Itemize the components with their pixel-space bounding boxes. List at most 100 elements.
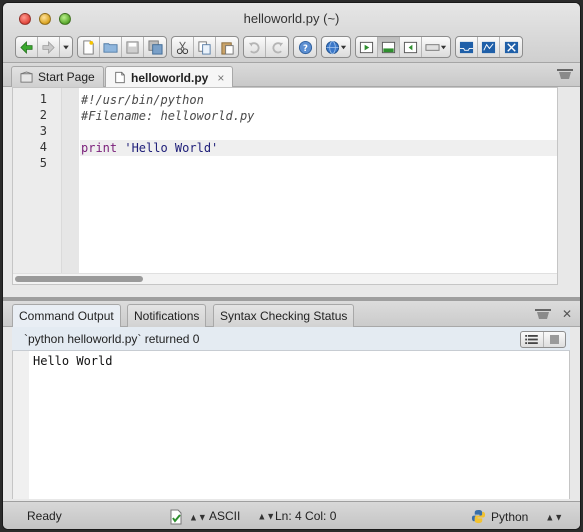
browser-globe-icon	[325, 40, 340, 54]
bottom-panel-tab-bar: Command Output Notifications Syntax Chec…	[3, 301, 580, 327]
output-pane-icon	[381, 41, 396, 53]
cut-button[interactable]	[172, 37, 194, 57]
paste-icon	[220, 41, 234, 55]
title-toolbar-area: helloworld.py (~) ?	[3, 3, 580, 63]
inbox-icon	[459, 41, 474, 53]
new-file-button[interactable]	[78, 37, 100, 57]
help-group: ?	[293, 36, 317, 58]
help-icon: ?	[298, 40, 312, 54]
lint-check-icon	[170, 509, 182, 525]
line-number: 3	[39, 124, 47, 138]
tab-helloworld[interactable]: helloworld.py ×	[105, 66, 234, 88]
back-arrow-icon	[20, 40, 33, 54]
tools-icon	[504, 41, 518, 53]
tray-menu-icon	[535, 309, 551, 319]
fold-margin	[61, 88, 79, 274]
open-file-button[interactable]	[100, 37, 122, 57]
map-button[interactable]	[478, 37, 500, 57]
python-icon	[471, 509, 486, 524]
encoding-selector[interactable]: ASCII ▲▼	[209, 509, 275, 523]
start-page-icon	[20, 70, 33, 83]
save-button[interactable]	[122, 37, 144, 57]
scrollbar-thumb[interactable]	[15, 276, 143, 282]
copy-button[interactable]	[194, 37, 216, 57]
map-icon	[481, 41, 496, 53]
app-window: helloworld.py (~) ? Start Page helloworl…	[3, 3, 580, 529]
panel-menu-button[interactable]	[534, 307, 552, 321]
line-number: 4	[39, 140, 47, 154]
tab-syntax-checking-status[interactable]: Syntax Checking Status	[213, 304, 355, 327]
layout-dropdown-button[interactable]	[422, 37, 450, 57]
forward-arrow-icon	[42, 40, 55, 54]
line-number: 2	[39, 108, 47, 122]
copy-icon	[198, 40, 211, 55]
status-bar: Ready ▲▼ ASCII ▲▼ Ln: 4 Col: 0 Python ▲▼	[3, 501, 580, 529]
line-number: 5	[39, 156, 47, 170]
browser-button[interactable]	[322, 37, 350, 57]
file-group	[77, 36, 167, 58]
command-status-line: `python helloworld.py` returned 0	[12, 327, 570, 351]
clipboard-group	[171, 36, 239, 58]
updown-icon: ▲▼	[257, 510, 276, 522]
status-ready-label: Ready	[27, 509, 62, 523]
editor-tab-bar: Start Page helloworld.py ×	[3, 63, 580, 88]
run-button[interactable]	[356, 37, 378, 57]
string-literal: 'Hello World'	[124, 141, 219, 155]
main-toolbar: ?	[15, 35, 527, 59]
file-icon	[115, 71, 125, 84]
toggle-output-pane-button[interactable]	[378, 37, 400, 57]
toggle-left-pane-button[interactable]	[400, 37, 422, 57]
save-all-button[interactable]	[144, 37, 166, 57]
tab-label: Start Page	[38, 70, 95, 84]
output-view-toggle	[520, 331, 566, 348]
tools-group	[455, 36, 523, 58]
tools-button[interactable]	[500, 37, 522, 57]
paste-button[interactable]	[216, 37, 238, 57]
help-button[interactable]: ?	[294, 37, 316, 57]
redo-button[interactable]	[266, 37, 288, 57]
stop-button[interactable]	[544, 332, 566, 347]
updown-icon: ▲▼	[189, 511, 207, 523]
tab-notifications[interactable]: Notifications	[127, 304, 207, 327]
horizontal-scrollbar[interactable]	[13, 273, 557, 284]
history-dropdown-button[interactable]	[60, 37, 72, 57]
output-gutter	[13, 351, 29, 499]
tab-list-menu-button[interactable]	[556, 67, 574, 81]
language-label: Python	[491, 509, 529, 524]
line-number: 1	[39, 92, 47, 106]
status-ready: Ready	[27, 509, 62, 523]
command-output-area[interactable]: Hello World	[12, 351, 570, 499]
history-dropdown-icon	[63, 45, 69, 49]
tab-command-output[interactable]: Command Output	[12, 304, 121, 327]
cut-icon	[176, 41, 189, 54]
inbox-button[interactable]	[456, 37, 478, 57]
close-tab-button[interactable]: ×	[217, 71, 224, 85]
cursor-position-label: Ln: 4 Col: 0	[275, 509, 337, 523]
code-line-1: #!/usr/bin/python	[81, 93, 204, 107]
redo-icon	[271, 41, 283, 53]
command-status-text: `python helloworld.py` returned 0	[24, 332, 200, 346]
forward-button[interactable]	[38, 37, 60, 57]
tab-start-page[interactable]: Start Page	[11, 66, 104, 87]
save-all-icon	[147, 39, 163, 55]
browser-group	[321, 36, 351, 58]
updown-icon: ▲▼	[545, 511, 564, 522]
chevron-down-icon	[340, 45, 347, 49]
lint-status-selector[interactable]: ▲▼	[168, 509, 207, 525]
cursor-position: Ln: 4 Col: 0	[275, 509, 336, 523]
code-line-4: print 'Hello World'	[81, 140, 218, 156]
back-button[interactable]	[16, 37, 38, 57]
keyword-print: print	[81, 141, 118, 155]
open-folder-icon	[103, 42, 118, 53]
navigation-group	[15, 36, 73, 58]
stop-icon	[549, 335, 559, 344]
language-selector[interactable]: Python ▲▼	[471, 509, 563, 524]
code-editor[interactable]: 1 2 3 4 5 #!/usr/bin/python #Filename: h…	[12, 87, 558, 285]
undo-button[interactable]	[244, 37, 266, 57]
list-view-icon	[525, 335, 539, 344]
output-text: Hello World	[33, 354, 113, 368]
close-panel-button[interactable]: ✕	[562, 307, 572, 321]
view-group	[355, 36, 451, 58]
window-title: helloworld.py (~)	[243, 11, 340, 26]
list-view-button[interactable]	[521, 332, 544, 347]
